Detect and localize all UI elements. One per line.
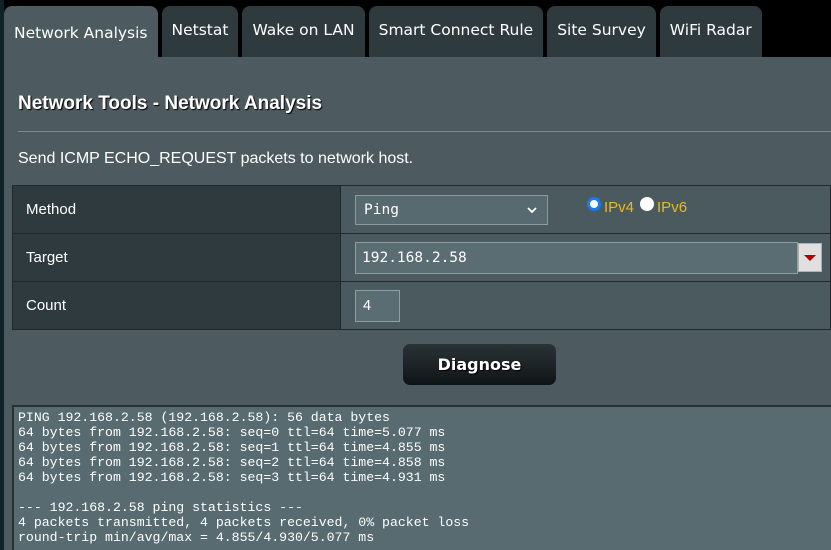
output-line: 64 bytes from 192.168.2.58: seq=1 ttl=64… bbox=[18, 440, 446, 455]
tab-wifi-radar[interactable]: WiFi Radar bbox=[659, 6, 762, 58]
target-field: 192.168.2.58 bbox=[340, 233, 831, 282]
ip-version-radio-group: IPv4 IPv6 bbox=[587, 196, 693, 216]
output-line: 64 bytes from 192.168.2.58: seq=3 ttl=64… bbox=[18, 470, 446, 485]
tab-netstat[interactable]: Netstat bbox=[161, 6, 239, 58]
page-description: Send ICMP ECHO_REQUEST packets to networ… bbox=[18, 150, 414, 167]
count-field: 4 bbox=[340, 281, 831, 330]
caret-down-icon bbox=[804, 254, 816, 261]
target-input[interactable]: 192.168.2.58 bbox=[355, 241, 798, 274]
diagnostic-output[interactable]: PING 192.168.2.58 (192.168.2.58): 56 dat… bbox=[12, 405, 831, 550]
method-select[interactable]: Ping bbox=[355, 194, 548, 225]
ipv4-radio-label[interactable]: IPv4 bbox=[604, 199, 634, 216]
tab-site-survey[interactable]: Site Survey bbox=[547, 6, 656, 58]
method-field: Ping IPv4 IPv6 bbox=[340, 185, 831, 234]
ipv6-radio-label[interactable]: IPv6 bbox=[657, 199, 687, 216]
ipv4-radio[interactable] bbox=[587, 196, 601, 211]
tab-bar: Network Analysis Netstat Wake on LAN Sma… bbox=[4, 6, 766, 64]
count-input[interactable]: 4 bbox=[355, 289, 400, 322]
output-line: 64 bytes from 192.168.2.58: seq=2 ttl=64… bbox=[18, 455, 446, 470]
target-row: Target 192.168.2.58 bbox=[12, 233, 831, 282]
output-line: PING 192.168.2.58 (192.168.2.58): 56 dat… bbox=[18, 410, 390, 425]
tab-wake-on-lan[interactable]: Wake on LAN bbox=[242, 6, 365, 58]
chevron-down-icon bbox=[527, 206, 537, 213]
output-line: round-trip min/avg/max = 4.855/4.930/5.0… bbox=[18, 530, 375, 545]
count-row: Count 4 bbox=[12, 281, 831, 330]
method-label: Method bbox=[12, 185, 341, 234]
target-history-dropdown-button[interactable] bbox=[798, 243, 822, 272]
title-divider bbox=[18, 131, 831, 132]
target-label: Target bbox=[12, 233, 341, 282]
page-title: Network Tools - Network Analysis bbox=[18, 93, 323, 114]
ipv6-radio[interactable] bbox=[640, 196, 655, 211]
content-panel: Network Tools - Network Analysis Send IC… bbox=[4, 57, 831, 550]
output-line: 64 bytes from 192.168.2.58: seq=0 ttl=64… bbox=[18, 425, 446, 440]
diagnose-button[interactable]: Diagnose bbox=[403, 344, 556, 385]
output-line: 4 packets transmitted, 4 packets receive… bbox=[18, 515, 470, 530]
tab-network-analysis[interactable]: Network Analysis bbox=[4, 6, 158, 64]
method-row: Method Ping IPv4 IPv6 bbox=[12, 185, 831, 234]
tab-smart-connect-rule[interactable]: Smart Connect Rule bbox=[368, 6, 544, 58]
count-label: Count bbox=[12, 281, 341, 330]
method-select-value: Ping bbox=[364, 201, 399, 218]
settings-table: Method Ping IPv4 IPv6 Target 192.168.2.5… bbox=[12, 185, 831, 330]
output-line: --- 192.168.2.58 ping statistics --- bbox=[18, 500, 303, 515]
